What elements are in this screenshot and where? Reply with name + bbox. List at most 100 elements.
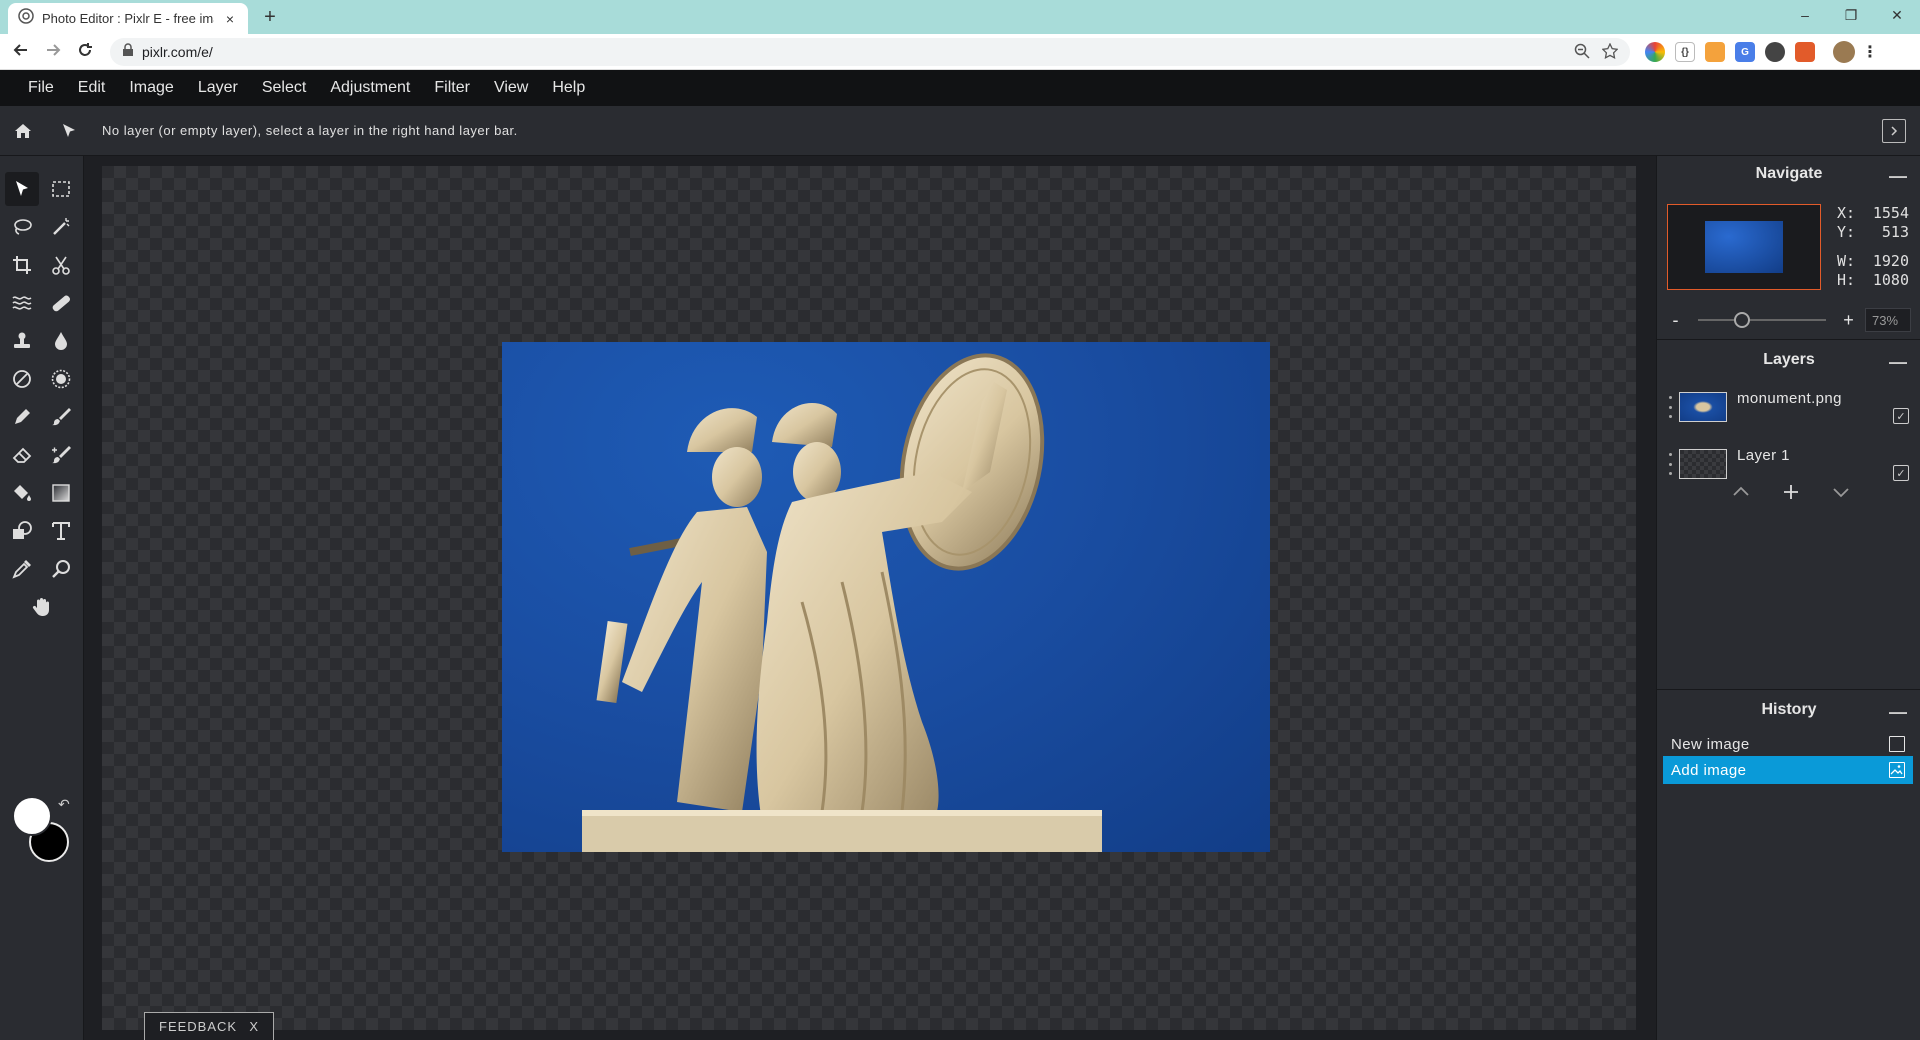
minimize-button[interactable]: – <box>1782 0 1828 30</box>
extension-red-icon[interactable] <box>1795 42 1815 62</box>
feedback-label[interactable]: FEEDBACK <box>159 1019 237 1034</box>
url-text[interactable]: pixlr.com/e/ <box>142 44 213 60</box>
feedback-close-button[interactable]: X <box>249 1019 259 1034</box>
layer-thumbnail <box>1679 392 1727 422</box>
omnibox[interactable]: pixlr.com/e/ <box>110 38 1630 66</box>
zoom-out-button[interactable]: - <box>1667 310 1684 331</box>
zoom-slider-handle[interactable] <box>1733 312 1750 328</box>
layer-visibility-checkbox[interactable]: ✓ <box>1893 408 1909 424</box>
history-item-label: New image <box>1671 735 1750 753</box>
navigate-minimize-button[interactable]: — <box>1889 166 1907 187</box>
bookmark-star-icon[interactable] <box>1601 41 1619 62</box>
drag-handle-icon[interactable] <box>1669 396 1673 418</box>
arrange-tool-button[interactable] <box>5 172 39 206</box>
add-layer-icon[interactable] <box>1781 482 1801 508</box>
hand-icon <box>32 598 49 616</box>
menu-edit[interactable]: Edit <box>78 79 106 97</box>
zoom-slider[interactable] <box>1697 312 1827 328</box>
browser-tab[interactable]: Photo Editor : Pixlr E - free image edit… <box>8 3 248 34</box>
history-header: History — <box>1657 692 1920 728</box>
gradient-tool-button[interactable] <box>44 476 78 510</box>
crop-tool-button[interactable] <box>5 248 39 282</box>
zoom-input[interactable] <box>1865 308 1911 332</box>
history-item[interactable]: New image <box>1663 730 1913 758</box>
canvas-area[interactable] <box>102 166 1636 1030</box>
forward-arrow-icon[interactable] <box>40 40 66 64</box>
eraser-tool-button[interactable] <box>5 438 39 472</box>
layer-item[interactable]: monument.png ✓ <box>1657 382 1920 432</box>
move-layer-down-icon[interactable] <box>1831 482 1851 508</box>
zoom-tool-button[interactable] <box>44 552 78 586</box>
menu-view[interactable]: View <box>494 79 528 97</box>
back-arrow-icon[interactable] <box>8 40 34 64</box>
browser-menu-icon[interactable]: ⋮ <box>1862 42 1878 62</box>
profile-avatar-icon[interactable] <box>1833 41 1855 63</box>
home-icon[interactable] <box>0 106 46 156</box>
magnifier-icon <box>52 560 70 578</box>
zoom-controls: - + <box>1667 308 1911 332</box>
liquify-tool-button[interactable] <box>5 286 39 320</box>
y-label: Y: <box>1837 223 1856 241</box>
drag-handle-icon[interactable] <box>1669 453 1673 475</box>
menu-adjustment[interactable]: Adjustment <box>330 79 410 97</box>
cutout-tool-button[interactable] <box>44 248 78 282</box>
eyedropper-tool-button[interactable] <box>5 552 39 586</box>
workspace <box>85 156 1655 1040</box>
foreground-color-swatch[interactable] <box>12 796 52 836</box>
pen-tool-button[interactable] <box>5 400 39 434</box>
close-window-button[interactable]: ✕ <box>1874 0 1920 30</box>
app-menubar: File Edit Image Layer Select Adjustment … <box>0 70 1920 106</box>
layers-minimize-button[interactable]: — <box>1889 352 1907 373</box>
extension-translate-icon[interactable]: G <box>1735 42 1755 62</box>
menu-file[interactable]: File <box>28 79 54 97</box>
tab-close-button[interactable]: × <box>222 11 238 27</box>
marquee-tool-button[interactable] <box>44 172 78 206</box>
history-minimize-button[interactable]: — <box>1889 702 1907 723</box>
navigate-panel: Navigate — X: 1554 Y: 513 W: 1920 H: 1080 - … <box>1657 156 1920 340</box>
extension-avatar-icon[interactable] <box>1705 42 1725 62</box>
wand-tool-button[interactable] <box>44 210 78 244</box>
fill-tool-button[interactable] <box>5 476 39 510</box>
extension-bulb-icon[interactable] <box>1765 42 1785 62</box>
menu-help[interactable]: Help <box>552 79 585 97</box>
monument-image[interactable] <box>502 342 1270 852</box>
feedback-tab[interactable]: FEEDBACK X <box>144 1012 274 1040</box>
lock-icon <box>122 42 134 62</box>
layer-actions <box>1731 482 1851 508</box>
clone-tool-button[interactable] <box>5 324 39 358</box>
menu-filter[interactable]: Filter <box>434 79 470 97</box>
liquify-icon <box>12 296 32 310</box>
menu-select[interactable]: Select <box>262 79 306 97</box>
history-item-label: Add image <box>1671 761 1747 779</box>
hand-tool-button[interactable] <box>25 590 59 624</box>
reload-icon[interactable] <box>72 40 98 64</box>
layer-visibility-checkbox[interactable]: ✓ <box>1893 465 1909 481</box>
lasso-tool-button[interactable] <box>5 210 39 244</box>
address-bar: pixlr.com/e/ {} G ⋮ <box>0 34 1920 70</box>
w-label: W: <box>1837 252 1856 270</box>
history-item-active[interactable]: Add image <box>1663 756 1913 784</box>
omnibox-actions <box>1574 38 1619 66</box>
dodge-tool-button[interactable] <box>5 362 39 396</box>
extension-json-icon[interactable]: {} <box>1675 42 1695 62</box>
navigator-thumbnail[interactable] <box>1667 204 1821 290</box>
collapse-panel-icon[interactable] <box>1882 119 1906 143</box>
swap-colors-icon[interactable]: ↶ <box>58 796 70 813</box>
restore-button[interactable]: ❐ <box>1828 0 1874 30</box>
menu-image[interactable]: Image <box>129 79 173 97</box>
new-tab-button[interactable]: + <box>258 5 282 29</box>
menu-layer[interactable]: Layer <box>198 79 238 97</box>
brush-tool-button[interactable] <box>44 400 78 434</box>
replace-color-tool-button[interactable] <box>44 438 78 472</box>
blur-tool-button[interactable] <box>44 324 78 358</box>
shape-tool-button[interactable] <box>5 514 39 548</box>
heal-tool-button[interactable] <box>44 286 78 320</box>
move-layer-up-icon[interactable] <box>1731 482 1751 508</box>
extension-color-icon[interactable] <box>1645 42 1665 62</box>
zoom-icon[interactable] <box>1574 43 1590 62</box>
sponge-tool-button[interactable] <box>44 362 78 396</box>
gradient-icon <box>52 484 70 502</box>
text-tool-button[interactable] <box>44 514 78 548</box>
navigate-title: Navigate <box>1755 165 1823 182</box>
zoom-in-button[interactable]: + <box>1840 310 1857 331</box>
